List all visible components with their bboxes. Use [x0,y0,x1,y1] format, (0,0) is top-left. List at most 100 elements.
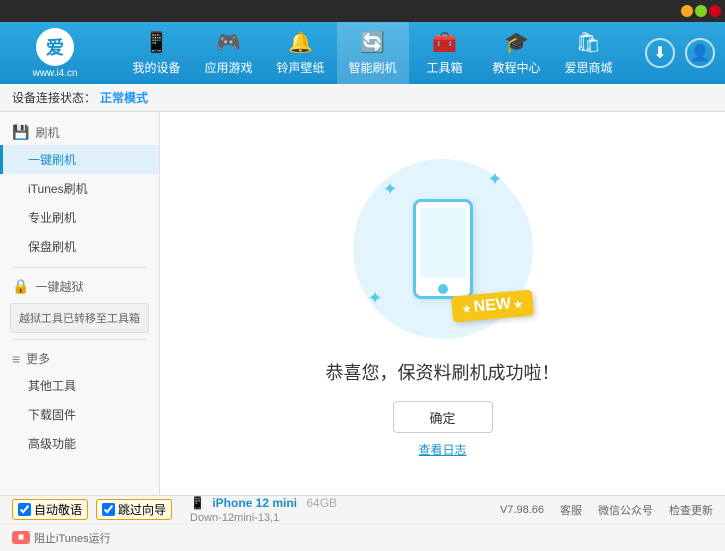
phone-home-button [438,284,448,294]
save-flash-label: 保盘刷机 [28,240,76,254]
success-text: 恭喜您，保资料刷机成功啦！ [326,359,560,385]
nav-store-label: 爱思商城 [564,59,612,76]
jailbreak-notice-box: 越狱工具已转移至工具箱 [10,303,149,333]
sidebar-item-other-tools[interactable]: 其他工具 [0,371,159,400]
other-tools-label: 其他工具 [28,379,76,393]
more-icon: ≡ [12,351,20,367]
pro-flash-label: 专业刷机 [28,211,76,225]
one-click-flash-label: 一键刷机 [28,153,76,167]
bottom-row-controls: 自动敬语 跳过向导 📱 iPhone 12 mini 64GB Down-12m… [0,496,725,524]
main-layout: 💾 刷机 一键刷机 iTunes刷机 专业刷机 保盘刷机 🔒 一键越狱 [0,112,725,495]
flash-section-label: 刷机 [35,124,59,141]
nav-toolbox-label: 工具箱 [426,59,462,76]
phone-icon: 📱 [190,496,205,510]
new-badge: NEW [451,290,534,323]
nav-tutorials[interactable]: 🎓 教程中心 [481,22,553,84]
nav-apps-games-icon: 🎮 [216,30,241,55]
sidebar-item-pro-flash[interactable]: 专业刷机 [0,203,159,232]
nav-toolbox-icon: 🧰 [432,30,457,55]
bottom-bar: 自动敬语 跳过向导 📱 iPhone 12 mini 64GB Down-12m… [0,495,725,551]
more-section-title: ≡ 更多 [0,346,159,371]
check-update-link[interactable]: 检查更新 [669,502,713,518]
itunes-status: ■ 阻止iTunes运行 [12,530,111,546]
itunes-status-label: 阻止iTunes运行 [34,530,111,546]
itunes-flash-label: iTunes刷机 [28,182,88,196]
sidebar-divider-2 [12,339,147,340]
skip-wizard-checkbox-label[interactable]: 跳过向导 [96,499,172,520]
jailbreak-section-title: 🔒 一键越狱 [0,274,159,299]
more-section: ≡ 更多 其他工具 下载固件 高级功能 [0,346,159,458]
skip-wizard-checkbox[interactable] [102,503,115,516]
nav-my-device[interactable]: 📱 我的设备 [121,22,193,84]
nav-apps-games-label: 应用游戏 [204,59,252,76]
nav-toolbox[interactable]: 🧰 工具箱 [409,22,481,84]
device-firmware: Down-12mini-13,1 [190,512,279,524]
jailbreak-label: 一键越狱 [35,278,83,295]
logo-symbol: 爱 [46,34,64,60]
nav-my-device-icon: 📱 [144,30,169,55]
nav-smart-flash[interactable]: 🔄 智能刷机 [337,22,409,84]
nav-store-icon: 🛍 [576,30,601,55]
content-area: ✦ ✦ ✦ NEW 恭喜您，保资料刷机成功啦！ 确定 查看日志 [160,112,725,495]
sidebar-item-itunes-flash[interactable]: iTunes刷机 [0,174,159,203]
nav-my-device-label: 我的设备 [132,59,180,76]
wechat-link[interactable]: 微信公众号 [598,502,653,518]
nav-tutorials-label: 教程中心 [492,59,540,76]
logo-area[interactable]: 爱 www.i4.cn [10,28,100,79]
sidebar-item-download-firmware[interactable]: 下载固件 [0,400,159,429]
bottom-right: V7.98.66 客服 微信公众号 检查更新 [500,502,713,518]
success-illustration: ✦ ✦ ✦ NEW [343,149,543,349]
customer-service-link[interactable]: 客服 [560,502,582,518]
nav-ringtones-icon: 🔔 [288,30,313,55]
sparkle-2: ✦ [487,169,502,190]
nav-smart-flash-label: 智能刷机 [348,59,396,76]
version-text: V7.98.66 [500,504,544,516]
auto-flash-checkbox[interactable] [18,503,31,516]
flash-section: 💾 刷机 一键刷机 iTunes刷机 专业刷机 保盘刷机 [0,120,159,261]
nav-store[interactable]: 🛍 爱思商城 [553,22,625,84]
phone-background: ✦ ✦ ✦ NEW [353,159,533,339]
window-controls[interactable] [681,5,721,17]
skip-wizard-label: 跳过向导 [118,501,166,518]
flash-section-icon: 💾 [12,124,29,141]
minimize-button[interactable] [681,5,693,17]
back-link[interactable]: 查看日志 [418,441,466,458]
download-button[interactable]: ⬇ [645,38,675,68]
phone-screen [420,208,466,278]
nav-items: 📱 我的设备 🎮 应用游戏 🔔 铃声壁纸 🔄 智能刷机 🧰 工具箱 🎓 教程中心… [100,22,645,84]
jailbreak-notice: 越狱工具已转移至工具箱 [19,310,140,326]
nav-ringtones-label: 铃声壁纸 [276,59,324,76]
title-bar [0,0,725,22]
sidebar: 💾 刷机 一键刷机 iTunes刷机 专业刷机 保盘刷机 🔒 一键越狱 [0,112,160,495]
auto-flash-checkbox-label[interactable]: 自动敬语 [12,499,88,520]
nav-right-buttons: ⬇ 👤 [645,38,715,68]
nav-tutorials-icon: 🎓 [504,30,529,55]
maximize-button[interactable] [695,5,707,17]
user-button[interactable]: 👤 [685,38,715,68]
sidebar-item-save-flash[interactable]: 保盘刷机 [0,232,159,261]
logo-icon: 爱 [36,28,74,66]
confirm-button[interactable]: 确定 [393,401,493,433]
sparkle-3: ✦ [368,288,383,309]
close-button[interactable] [709,5,721,17]
nav-smart-flash-icon: 🔄 [360,30,385,55]
nav-ringtones[interactable]: 🔔 铃声壁纸 [265,22,337,84]
top-nav: 爱 www.i4.cn 📱 我的设备 🎮 应用游戏 🔔 铃声壁纸 🔄 智能刷机 … [0,22,725,84]
sidebar-item-advanced[interactable]: 高级功能 [0,429,159,458]
sidebar-divider-1 [12,267,147,268]
status-value: 正常模式 [100,89,148,106]
device-name: iPhone 12 mini [212,496,297,510]
bottom-row-itunes: ■ 阻止iTunes运行 [0,524,725,551]
stop-itunes-button[interactable]: ■ [12,531,30,544]
nav-apps-games[interactable]: 🎮 应用游戏 [193,22,265,84]
auto-flash-label: 自动敬语 [34,501,82,518]
sparkle-1: ✦ [383,179,398,200]
advanced-label: 高级功能 [28,437,76,451]
logo-text: www.i4.cn [32,68,77,79]
more-section-label: 更多 [26,350,50,367]
flash-section-title: 💾 刷机 [0,120,159,145]
phone-body [413,199,473,299]
device-storage: 64GB [306,496,337,510]
sidebar-item-one-click-flash[interactable]: 一键刷机 [0,145,159,174]
download-firmware-label: 下载固件 [28,408,76,422]
